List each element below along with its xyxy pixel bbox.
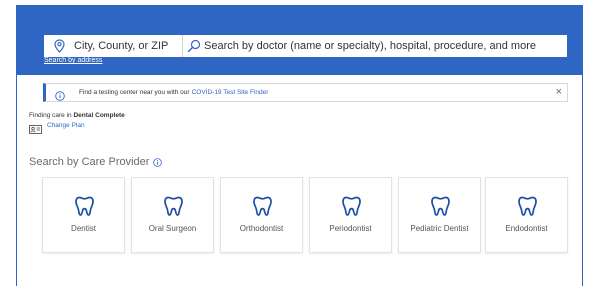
search-input[interactable] — [204, 40, 567, 52]
test-site-finder-link[interactable]: COVID-19 Test Site Finder — [192, 89, 269, 96]
provider-card-pediatric-dentist[interactable]: Pediatric Dentist — [398, 177, 481, 253]
search-icon[interactable] — [187, 39, 201, 53]
finding-care-text: Finding care in Dental Complete — [29, 112, 125, 119]
help-icon[interactable] — [153, 157, 163, 167]
location-input[interactable] — [74, 40, 182, 52]
provider-label: Orthodontist — [239, 224, 284, 233]
provider-label: Endodontist — [505, 224, 548, 233]
banner-message: Find a testing center near you with our — [79, 89, 190, 96]
provider-card-endodontist[interactable]: Endodontist — [485, 177, 568, 253]
provider-card-oral-surgeon[interactable]: Oral Surgeon — [131, 177, 214, 253]
care-provider-heading-text: Search by Care Provider — [29, 156, 150, 168]
location-pin-icon — [54, 39, 65, 53]
tooth-icon — [164, 196, 183, 216]
search-by-address-link[interactable]: Search by address — [44, 57, 102, 64]
change-plan-link[interactable]: Change Plan — [47, 122, 85, 129]
tooth-icon — [342, 196, 361, 216]
covid-banner: Find a testing center near you with our … — [43, 83, 568, 102]
plan-name: Dental Complete — [73, 112, 125, 119]
provider-card-orthodontist[interactable]: Orthodontist — [220, 177, 303, 253]
provider-card-dentist[interactable]: Dentist — [42, 177, 125, 253]
info-icon — [55, 88, 65, 101]
tooth-icon — [518, 196, 537, 216]
finding-care-prefix: Finding care in — [29, 112, 74, 119]
provider-label: Pediatric Dentist — [410, 224, 469, 233]
provider-label: Oral Surgeon — [148, 224, 197, 233]
provider-label: Dentist — [71, 224, 96, 233]
location-field[interactable] — [44, 35, 183, 57]
tooth-icon — [75, 196, 94, 216]
care-provider-heading: Search by Care Provider — [29, 156, 163, 168]
tooth-icon — [431, 196, 450, 216]
search-bar — [44, 35, 567, 57]
id-card-icon — [29, 121, 42, 134]
change-plan-row: Change Plan — [29, 121, 85, 134]
tooth-icon — [253, 196, 272, 216]
close-icon[interactable]: × — [556, 87, 562, 98]
provider-label: Periodontist — [329, 224, 372, 233]
query-field[interactable] — [183, 35, 567, 57]
provider-card-periodontist[interactable]: Periodontist — [309, 177, 392, 253]
